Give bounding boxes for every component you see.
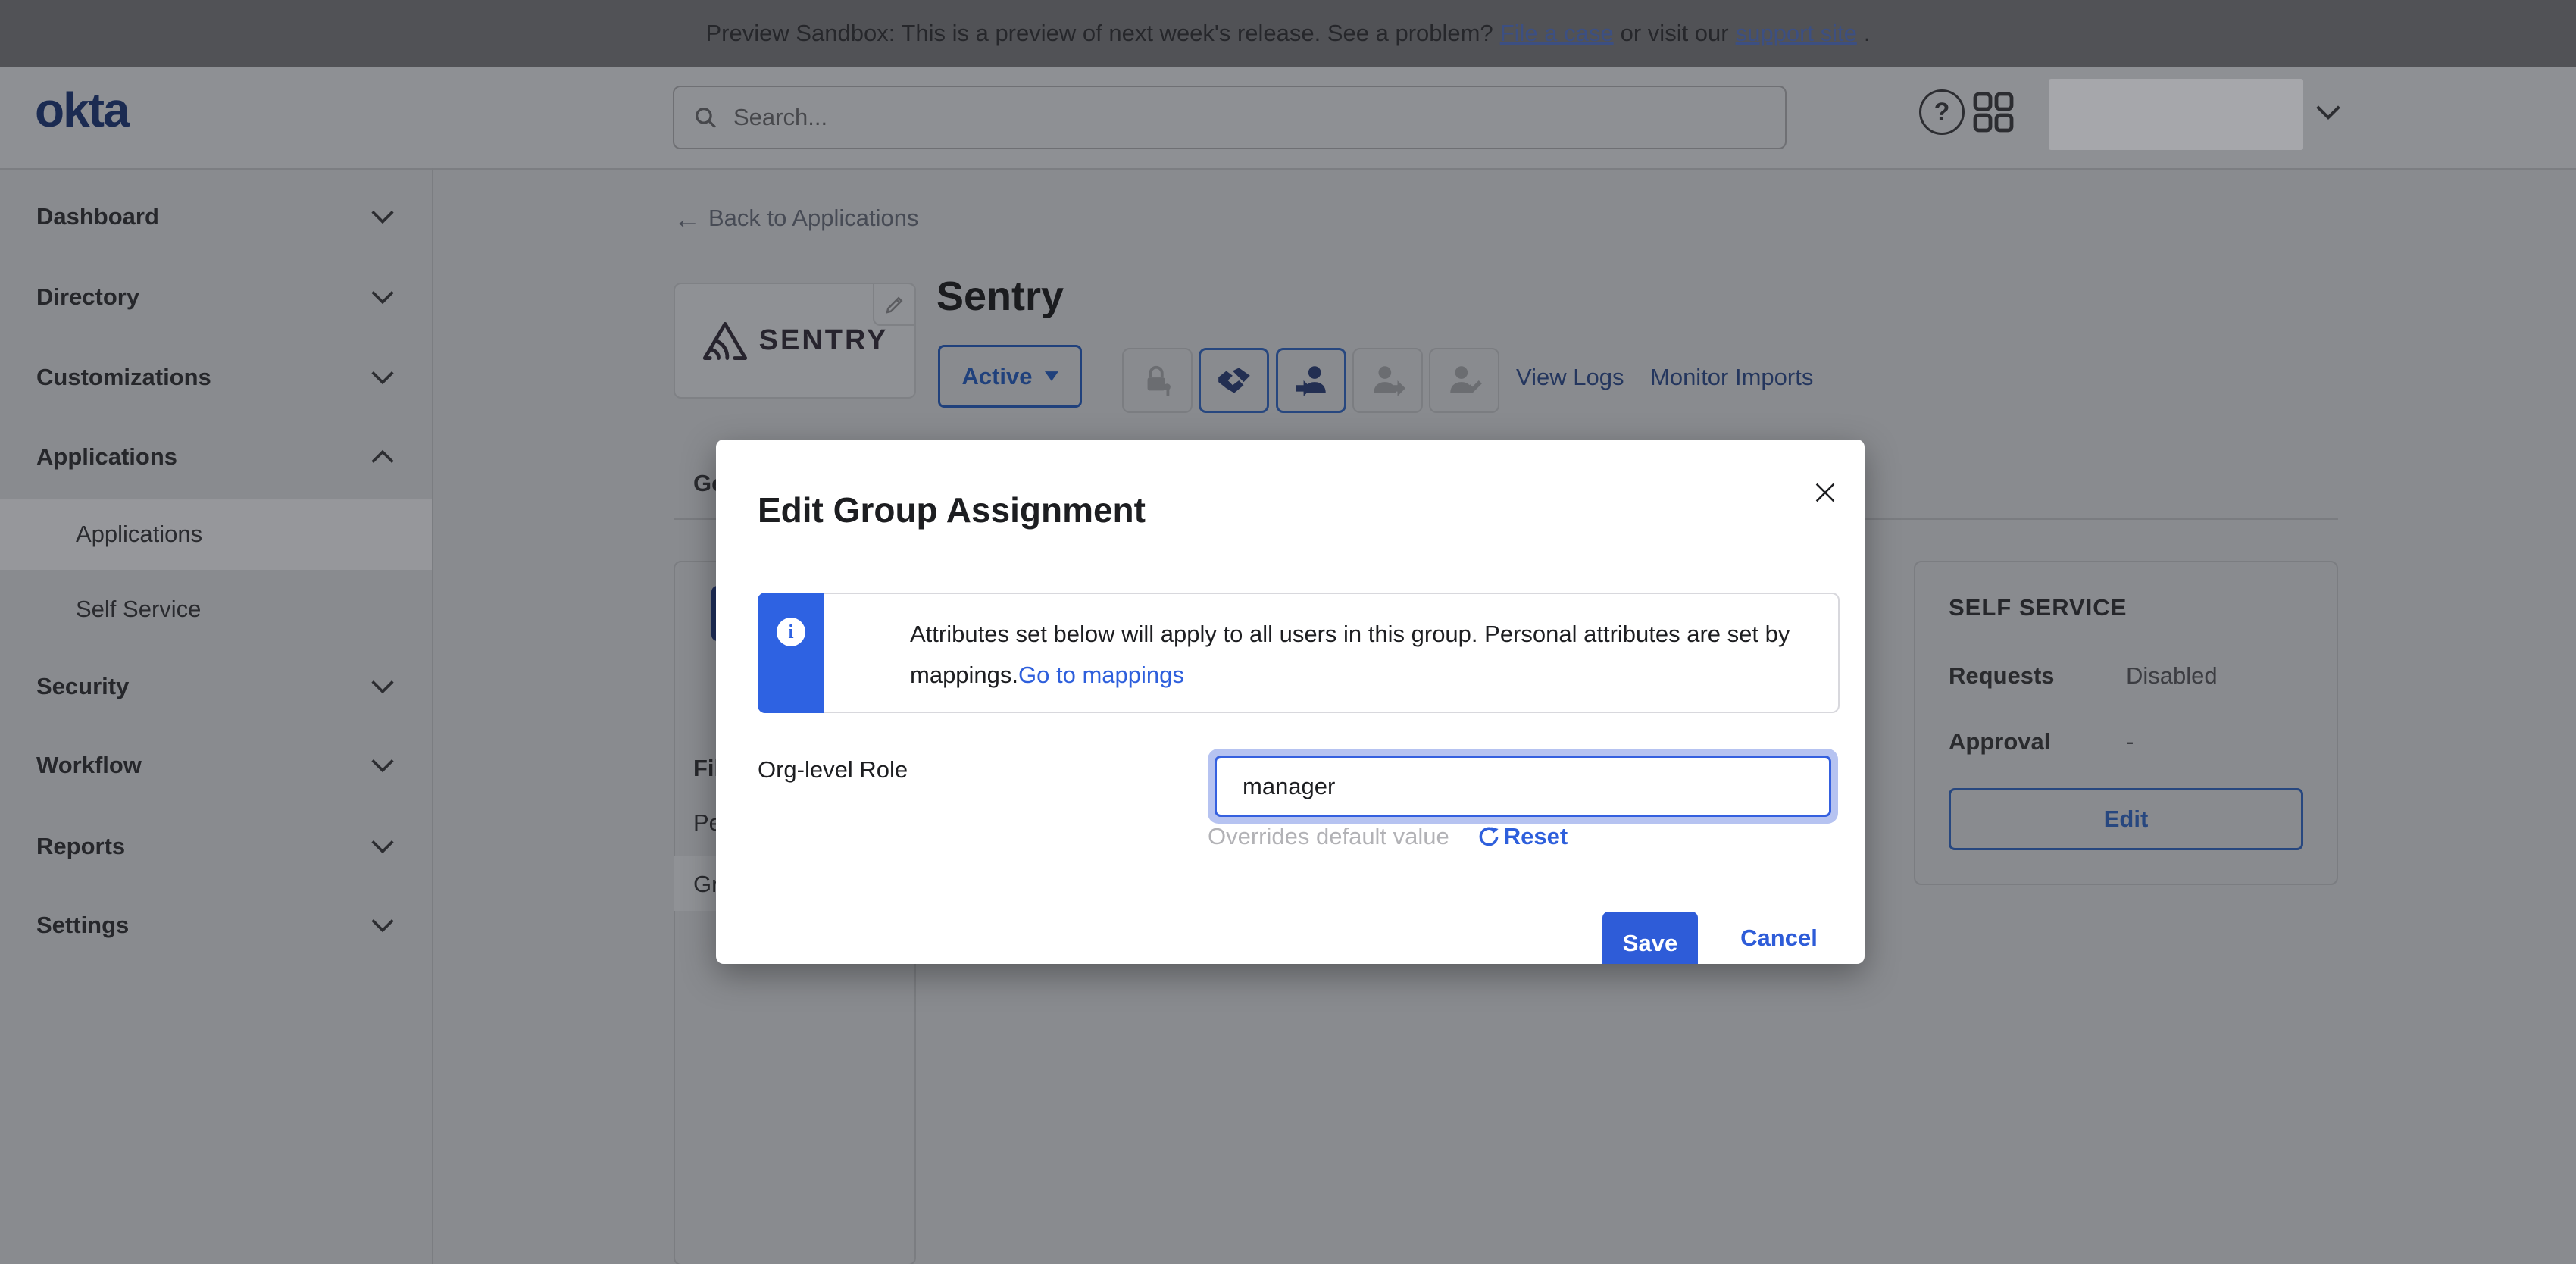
info-icon: i <box>777 618 805 646</box>
info-banner-accent: i <box>758 593 824 713</box>
save-button[interactable]: Save <box>1602 912 1698 964</box>
field-helper-row: Overrides default value Reset <box>1208 823 1568 850</box>
info-banner: i Attributes set below will apply to all… <box>758 593 1840 713</box>
org-level-role-label: Org-level Role <box>758 756 908 784</box>
overrides-helper-text: Overrides default value <box>1208 823 1449 850</box>
reset-link[interactable]: Reset <box>1477 823 1568 850</box>
reset-icon <box>1477 824 1501 849</box>
modal-title: Edit Group Assignment <box>758 490 1146 530</box>
info-banner-text: Attributes set below will apply to all u… <box>910 614 1840 696</box>
go-to-mappings-link[interactable]: Go to mappings <box>1018 662 1184 688</box>
org-level-role-input[interactable] <box>1215 756 1831 817</box>
okta-admin-app: Preview Sandbox: This is a preview of ne… <box>0 0 2576 1264</box>
edit-group-assignment-modal: Edit Group Assignment i Attributes set b… <box>716 440 1865 964</box>
cancel-button[interactable]: Cancel <box>1737 925 1821 952</box>
close-icon[interactable] <box>1807 474 1843 511</box>
